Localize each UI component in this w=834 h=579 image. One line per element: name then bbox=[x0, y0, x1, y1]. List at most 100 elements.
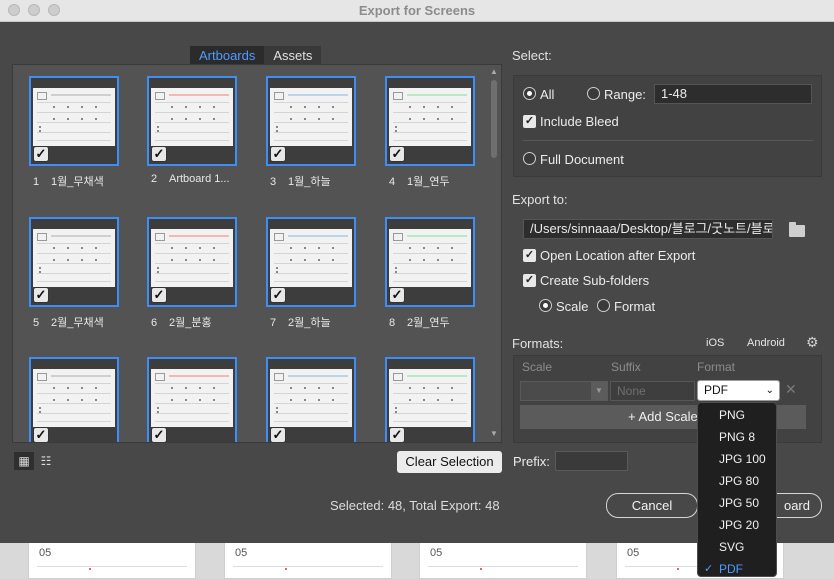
chevron-down-icon: ▼ bbox=[591, 382, 607, 400]
artboard-checkbox[interactable]: ✓ bbox=[151, 287, 167, 303]
include-bleed-checkbox[interactable]: ✓ bbox=[523, 115, 536, 128]
artboard-checkbox[interactable]: ✓ bbox=[33, 427, 49, 442]
format-option[interactable]: PNG 8 bbox=[698, 426, 776, 448]
artboard-name: 2월_하늘 bbox=[288, 317, 331, 329]
artboard-name: 2월_연두 bbox=[407, 317, 450, 329]
artboard-card[interactable]: ✓ 2 Artboard 1... bbox=[147, 76, 237, 185]
scroll-down-icon[interactable]: ▼ bbox=[490, 429, 498, 438]
format-option[interactable]: JPG 100 bbox=[698, 448, 776, 470]
gear-icon[interactable]: ⚙ bbox=[806, 334, 819, 351]
artboard-checkbox[interactable]: ✓ bbox=[270, 146, 286, 162]
format-option-selected[interactable]: ✓ PDF bbox=[698, 558, 776, 579]
artboard-checkbox[interactable]: ✓ bbox=[389, 146, 405, 162]
suffix-input[interactable]: None bbox=[610, 381, 695, 401]
artboard-thumbnail[interactable]: ✓ bbox=[147, 217, 237, 307]
export-path-field[interactable]: /Users/sinnaaa/Desktop/블로그/굿노트/블로 bbox=[523, 219, 773, 239]
format-select[interactable]: PDF ⌄ bbox=[697, 380, 780, 401]
format-option[interactable]: PNG bbox=[698, 404, 776, 426]
artboard-card[interactable]: ✓ bbox=[266, 357, 356, 442]
scale-column-header: Scale bbox=[522, 360, 553, 374]
artboard-thumbnail[interactable]: ✓ bbox=[385, 76, 475, 166]
page-label: 05 bbox=[430, 547, 443, 559]
artboard-thumbnail[interactable]: ✓ bbox=[266, 76, 356, 166]
artboard-card[interactable]: ✓ bbox=[147, 357, 237, 442]
artboard-number: 3 bbox=[270, 176, 277, 188]
artboard-checkbox[interactable]: ✓ bbox=[33, 146, 49, 162]
format-option[interactable]: SVG bbox=[698, 536, 776, 558]
artboard-caption: 4 1월_연두 bbox=[385, 173, 475, 189]
prefix-label: Prefix: bbox=[513, 454, 550, 469]
tab-bar: Artboards Assets bbox=[190, 46, 322, 66]
artboard-number: 8 bbox=[389, 317, 396, 329]
artboard-thumbnail[interactable]: ✓ bbox=[385, 217, 475, 307]
ios-preset-button[interactable]: iOS bbox=[706, 337, 724, 349]
create-subfolders-checkbox[interactable]: ✓ bbox=[523, 274, 536, 287]
artboard-thumbnail[interactable]: ✓ bbox=[147, 76, 237, 166]
page-label: 05 bbox=[627, 547, 640, 559]
cancel-button[interactable]: Cancel bbox=[606, 493, 698, 518]
artboard-preview bbox=[270, 229, 352, 287]
artboard-card[interactable]: ✓ 5 2월_무채색 bbox=[29, 217, 119, 330]
artboard-checkbox[interactable]: ✓ bbox=[270, 287, 286, 303]
artboard-number: 7 bbox=[270, 317, 277, 329]
artboard-thumbnail[interactable]: ✓ bbox=[29, 357, 119, 442]
artboard-checkbox[interactable]: ✓ bbox=[270, 427, 286, 442]
tab-assets[interactable]: Assets bbox=[264, 46, 322, 66]
grid-scrollbar[interactable]: ▲ ▼ bbox=[489, 67, 499, 439]
artboard-checkbox[interactable]: ✓ bbox=[33, 287, 49, 303]
range-input[interactable]: 1-48 bbox=[654, 84, 812, 104]
artboard-card[interactable]: ✓ bbox=[29, 357, 119, 442]
artboard-checkbox[interactable]: ✓ bbox=[151, 427, 167, 442]
artboard-thumbnail[interactable]: ✓ bbox=[29, 217, 119, 307]
artboard-card[interactable]: ✓ 4 1월_연두 bbox=[385, 76, 475, 189]
artboard-thumbnail[interactable]: ✓ bbox=[266, 217, 356, 307]
page-label: 05 bbox=[39, 547, 52, 559]
folder-icon[interactable] bbox=[789, 222, 805, 237]
list-view-icon[interactable]: ☷ bbox=[36, 452, 56, 470]
export-to-label: Export to: bbox=[512, 192, 568, 207]
format-dropdown-menu: PNG PNG 8 JPG 100 JPG 80 JPG 50 JPG 20 S… bbox=[697, 402, 777, 577]
artboard-card[interactable]: ✓ 3 1월_하늘 bbox=[266, 76, 356, 189]
artboard-card[interactable]: ✓ 1 1월_무채색 bbox=[29, 76, 119, 189]
artboard-card[interactable]: ✓ 6 2월_분홍 bbox=[147, 217, 237, 330]
title-bar: Export for Screens bbox=[0, 0, 834, 22]
artboard-name: 1월_무채색 bbox=[51, 176, 104, 188]
clear-selection-button[interactable]: Clear Selection bbox=[397, 451, 502, 473]
all-label: All bbox=[540, 87, 555, 102]
full-document-radio[interactable] bbox=[523, 152, 536, 165]
format-select-value: PDF bbox=[704, 383, 728, 397]
artboard-thumbnail[interactable]: ✓ bbox=[147, 357, 237, 442]
scale-select[interactable]: ▼ bbox=[520, 381, 608, 401]
artboard-thumbnail[interactable]: ✓ bbox=[29, 76, 119, 166]
grid-view-icon[interactable]: ▦ bbox=[14, 452, 34, 470]
tab-artboards[interactable]: Artboards bbox=[190, 46, 265, 66]
range-radio[interactable] bbox=[587, 87, 600, 100]
artboard-checkbox[interactable]: ✓ bbox=[389, 287, 405, 303]
remove-scale-icon[interactable]: ✕ bbox=[785, 381, 797, 398]
artboard-preview bbox=[270, 369, 352, 427]
subfolder-format-radio[interactable] bbox=[597, 299, 610, 312]
artboard-preview bbox=[33, 229, 115, 287]
artboard-thumbnail[interactable]: ✓ bbox=[266, 357, 356, 442]
format-option[interactable]: JPG 50 bbox=[698, 492, 776, 514]
format-option[interactable]: JPG 20 bbox=[698, 514, 776, 536]
artboard-checkbox[interactable]: ✓ bbox=[389, 427, 405, 442]
artboard-thumbnail[interactable]: ✓ bbox=[385, 357, 475, 442]
chevron-down-icon: ⌄ bbox=[765, 385, 774, 396]
artboard-number: 1 bbox=[33, 176, 40, 188]
artboard-name: 2월_분홍 bbox=[169, 317, 212, 329]
scroll-up-icon[interactable]: ▲ bbox=[490, 67, 498, 76]
format-option[interactable]: JPG 80 bbox=[698, 470, 776, 492]
artboard-checkbox[interactable]: ✓ bbox=[151, 146, 167, 162]
artboard-card[interactable]: ✓ bbox=[385, 357, 475, 442]
android-preset-button[interactable]: Android bbox=[747, 337, 785, 349]
all-radio[interactable] bbox=[523, 87, 536, 100]
scroll-thumb[interactable] bbox=[491, 80, 497, 158]
prefix-input[interactable] bbox=[555, 451, 628, 471]
divider bbox=[523, 140, 813, 141]
artboard-preview bbox=[270, 88, 352, 146]
artboard-card[interactable]: ✓ 8 2월_연두 bbox=[385, 217, 475, 330]
subfolder-scale-radio[interactable] bbox=[539, 299, 552, 312]
artboard-card[interactable]: ✓ 7 2월_하늘 bbox=[266, 217, 356, 330]
open-location-checkbox[interactable]: ✓ bbox=[523, 249, 536, 262]
